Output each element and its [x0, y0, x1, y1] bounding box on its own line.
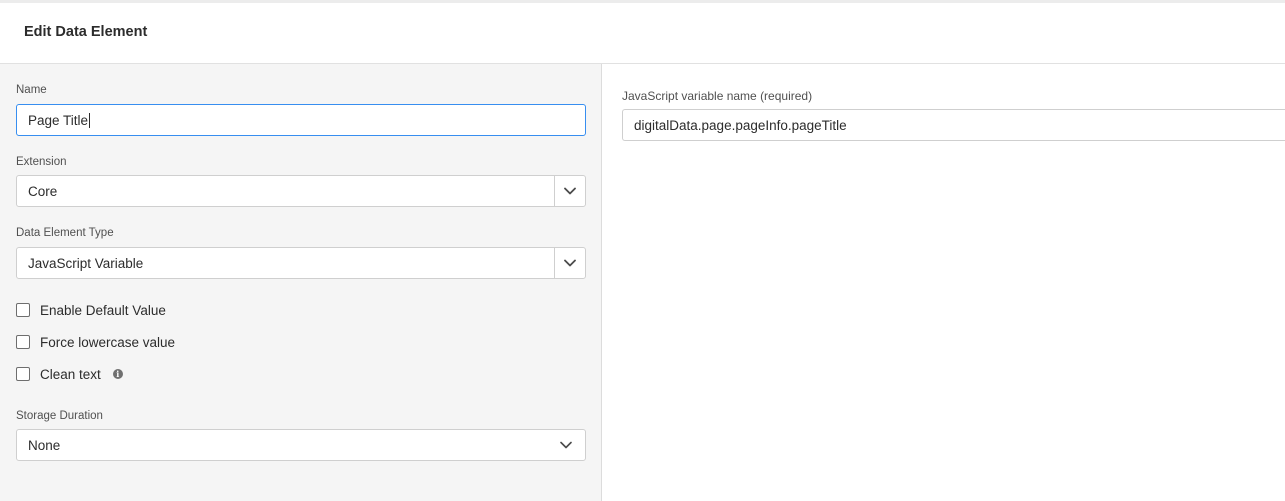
force-lowercase-checkbox-row[interactable]: Force lowercase value — [16, 334, 175, 350]
extension-combobox[interactable]: Core — [16, 175, 586, 207]
type-combobox[interactable]: JavaScript Variable — [16, 247, 586, 279]
chevron-down-icon — [559, 438, 573, 452]
force-lowercase-checkbox[interactable] — [16, 335, 30, 349]
type-value: JavaScript Variable — [28, 255, 144, 271]
modal-header: Edit Data Element — [0, 3, 1285, 64]
type-dropdown-button[interactable] — [554, 248, 585, 278]
enable-default-value-label: Enable Default Value — [40, 302, 166, 318]
extension-label: Extension — [16, 156, 67, 168]
chevron-down-icon — [564, 259, 576, 267]
js-variable-input[interactable]: digitalData.page.pageInfo.pageTitle — [622, 109, 1285, 141]
type-label: Data Element Type — [16, 227, 114, 239]
js-variable-label: JavaScript variable name (required) — [622, 89, 813, 103]
name-input-value: Page Title — [28, 112, 89, 128]
page-title: Edit Data Element — [24, 24, 148, 40]
enable-default-value-checkbox[interactable] — [16, 303, 30, 317]
js-variable-value: digitalData.page.pageInfo.pageTitle — [634, 117, 847, 133]
clean-text-label: Clean text — [40, 366, 101, 382]
chevron-down-icon — [564, 187, 576, 195]
name-input[interactable]: Page Title — [16, 104, 586, 136]
name-label: Name — [16, 84, 47, 96]
info-icon[interactable]: i — [112, 369, 123, 379]
clean-text-checkbox[interactable] — [16, 367, 30, 381]
storage-duration-label: Storage Duration — [16, 410, 103, 422]
storage-duration-value: None — [28, 437, 61, 453]
clean-text-checkbox-row[interactable]: Clean text i — [16, 366, 123, 382]
text-caret — [89, 112, 91, 128]
force-lowercase-label: Force lowercase value — [40, 334, 176, 350]
extension-value: Core — [28, 183, 58, 199]
enable-default-value-checkbox-row[interactable]: Enable Default Value — [16, 302, 166, 318]
extension-dropdown-button[interactable] — [554, 176, 585, 206]
storage-duration-picker[interactable]: None — [16, 429, 586, 461]
left-panel: Name Page Title Extension Core Data Elem… — [0, 64, 602, 501]
settings-panel: JavaScript variable name (required) digi… — [602, 64, 1285, 501]
